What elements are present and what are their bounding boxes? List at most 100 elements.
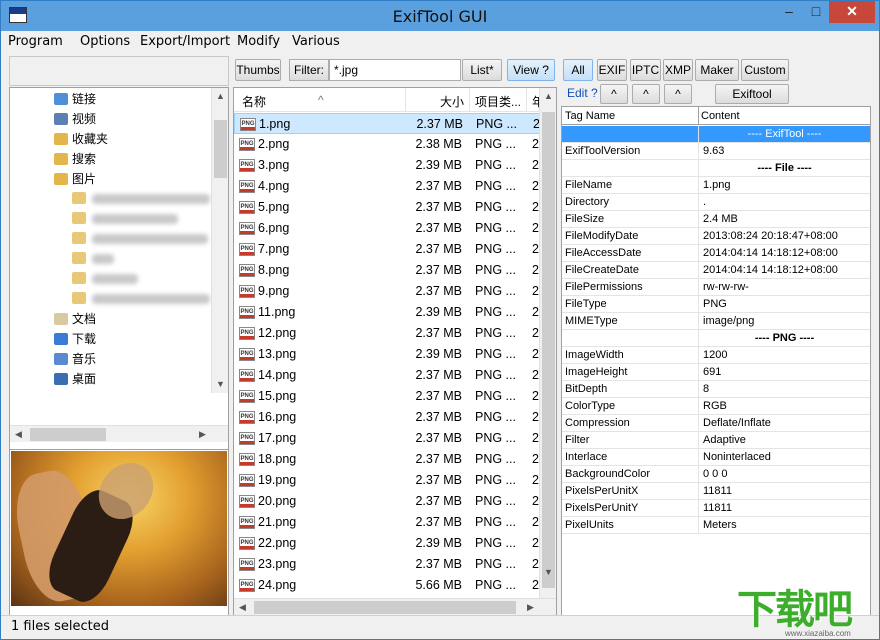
- file-row[interactable]: PNG 15.png 2.37 MB PNG ... 2: [234, 386, 540, 407]
- minimize-button[interactable]: –: [775, 1, 803, 23]
- file-row[interactable]: PNG 3.png 2.39 MB PNG ... 2: [234, 155, 540, 176]
- scroll-thumb[interactable]: [214, 120, 227, 178]
- metadata-section-row[interactable]: ---- PNG ----: [562, 330, 870, 347]
- file-row[interactable]: PNG 23.png 2.37 MB PNG ... 2: [234, 554, 540, 575]
- metadata-row[interactable]: FileType PNG: [562, 296, 870, 313]
- file-list-vertical-scrollbar[interactable]: ▲ ▼: [539, 88, 556, 598]
- metadata-row[interactable]: FileCreateDate 2014:04:14 14:18:12+08:00: [562, 262, 870, 279]
- tree-item-favorites[interactable]: 收藏夹: [54, 129, 108, 149]
- title-bar[interactable]: ExifTool GUI – □ ✕: [1, 1, 879, 31]
- file-row[interactable]: PNG 14.png 2.37 MB PNG ... 2: [234, 365, 540, 386]
- scroll-thumb[interactable]: [30, 428, 106, 441]
- tree-item-links[interactable]: 链接: [54, 89, 96, 109]
- exiftool-direct-button[interactable]: Exiftool direct: [715, 84, 789, 119]
- tree-horizontal-scrollbar[interactable]: ◀ ▶: [10, 425, 228, 442]
- metadata-row[interactable]: ExifToolVersion 9.63: [562, 143, 870, 160]
- metadata-row[interactable]: MIMEType image/png: [562, 313, 870, 330]
- file-row[interactable]: PNG 6.png 2.37 MB PNG ... 2: [234, 218, 540, 239]
- blurred-subfolder[interactable]: [72, 192, 212, 206]
- scroll-right-arrow-icon[interactable]: ▶: [194, 426, 211, 443]
- iptc-button[interactable]: IPTC: [630, 59, 661, 81]
- metadata-table[interactable]: Tag Name Content ---- ExifTool ---- ExifT…: [561, 106, 871, 616]
- metadata-row[interactable]: ImageWidth 1200: [562, 347, 870, 364]
- file-row[interactable]: PNG 5.png 2.37 MB PNG ... 2: [234, 197, 540, 218]
- file-row[interactable]: PNG 8.png 2.37 MB PNG ... 2: [234, 260, 540, 281]
- move-up-button-2[interactable]: ^: [632, 84, 660, 104]
- file-row[interactable]: PNG 19.png 2.37 MB PNG ... 2: [234, 470, 540, 491]
- all-button[interactable]: All: [563, 59, 593, 81]
- thumbs-button[interactable]: Thumbs: [235, 59, 281, 81]
- xmp-button[interactable]: XMP: [663, 59, 693, 81]
- menu-various[interactable]: Various: [292, 34, 340, 49]
- custom-button[interactable]: Custom: [741, 59, 789, 81]
- tree-vertical-scrollbar[interactable]: ▲ ▼: [211, 88, 228, 393]
- tree-item-documents[interactable]: 文档: [54, 309, 96, 329]
- metadata-row[interactable]: Directory.: [562, 194, 870, 211]
- file-list-horizontal-scrollbar[interactable]: ◀ ▶: [234, 598, 556, 615]
- tree-item-searches[interactable]: 搜索: [54, 149, 96, 169]
- menu-options[interactable]: Options: [80, 34, 130, 49]
- file-row[interactable]: PNG 11.png 2.39 MB PNG ... 2: [234, 302, 540, 323]
- scroll-left-arrow-icon[interactable]: ◀: [10, 426, 27, 443]
- tree-item-downloads[interactable]: 下载: [54, 329, 96, 349]
- file-list[interactable]: 名称 ^ 大小 项目类... 年 PNG 1.png 2.37 MB PNG ... 2…: [233, 87, 557, 616]
- file-row[interactable]: PNG 12.png 2.37 MB PNG ... 2: [234, 323, 540, 344]
- menu-program[interactable]: Program: [8, 34, 63, 49]
- column-type-header[interactable]: 项目类...: [475, 93, 521, 110]
- metadata-row[interactable]: Compression Deflate/Inflate: [562, 415, 870, 432]
- close-button[interactable]: ✕: [829, 1, 875, 23]
- scroll-up-arrow-icon[interactable]: ▲: [540, 88, 556, 105]
- metadata-row[interactable]: FileSize 2.4 MB: [562, 211, 870, 228]
- file-row[interactable]: PNG 18.png 2.37 MB PNG ... 2: [234, 449, 540, 470]
- file-row[interactable]: PNG 21.png 2.37 MB PNG ... 2: [234, 512, 540, 533]
- scroll-right-arrow-icon[interactable]: ▶: [522, 599, 539, 615]
- metadata-row[interactable]: FileName 1.png: [562, 177, 870, 194]
- blurred-subfolder[interactable]: [72, 232, 212, 246]
- menu-export-import[interactable]: Export/Import: [140, 34, 230, 49]
- scroll-thumb[interactable]: [542, 112, 555, 588]
- file-row[interactable]: PNG 13.png 2.39 MB PNG ... 2: [234, 344, 540, 365]
- metadata-row[interactable]: ImageHeight 691: [562, 364, 870, 381]
- file-row[interactable]: PNG 9.png 2.37 MB PNG ... 2: [234, 281, 540, 302]
- folder-tree[interactable]: 链接 视频 收藏夹 搜索 图片 文档 下载 音乐 桌面 ▲ ▼ ◀ ▶: [9, 87, 229, 463]
- file-row[interactable]: PNG 16.png 2.37 MB PNG ... 2: [234, 407, 540, 428]
- metadata-section-row[interactable]: ---- File ----: [562, 160, 870, 177]
- menu-modify[interactable]: Modify: [237, 34, 280, 49]
- file-row[interactable]: PNG 2.png 2.38 MB PNG ... 2: [234, 134, 540, 155]
- edit-link[interactable]: Edit ?: [567, 86, 598, 100]
- file-row[interactable]: PNG 24.png 5.66 MB PNG ... 2: [234, 575, 540, 596]
- blurred-subfolder[interactable]: [72, 212, 212, 226]
- column-content-header[interactable]: Content: [701, 110, 740, 122]
- maximize-button[interactable]: □: [803, 1, 829, 23]
- file-row[interactable]: PNG 17.png 2.37 MB PNG ... 2: [234, 428, 540, 449]
- metadata-row[interactable]: FilePermissions rw-rw-rw-: [562, 279, 870, 296]
- metadata-row[interactable]: BackgroundColor 0 0 0: [562, 466, 870, 483]
- tree-item-pictures[interactable]: 图片: [54, 169, 96, 189]
- metadata-row[interactable]: BitDepth 8: [562, 381, 870, 398]
- metadata-row[interactable]: PixelsPerUnitX 11811: [562, 483, 870, 500]
- tree-item-videos[interactable]: 视频: [54, 109, 96, 129]
- metadata-row[interactable]: PixelUnits Meters: [562, 517, 870, 534]
- view-button[interactable]: View ?: [507, 59, 555, 81]
- list-button[interactable]: List*: [462, 59, 502, 81]
- file-row[interactable]: PNG 20.png 2.37 MB PNG ... 2: [234, 491, 540, 512]
- tree-item-music[interactable]: 音乐: [54, 349, 96, 369]
- maker-button[interactable]: Maker: [695, 59, 739, 81]
- exif-button[interactable]: EXIF: [597, 59, 627, 81]
- scroll-up-arrow-icon[interactable]: ▲: [212, 88, 228, 105]
- blurred-subfolder[interactable]: [72, 292, 212, 306]
- scroll-left-arrow-icon[interactable]: ◀: [234, 599, 251, 615]
- metadata-row[interactable]: FileModifyDate 2013:08:24 20:18:47+08:00: [562, 228, 870, 245]
- scroll-thumb[interactable]: [254, 601, 516, 614]
- filter-input[interactable]: *.jpg: [329, 59, 461, 81]
- move-up-button-1[interactable]: ^: [600, 84, 628, 104]
- file-row[interactable]: PNG 22.png 2.39 MB PNG ... 2: [234, 533, 540, 554]
- file-row[interactable]: PNG 1.png 2.37 MB PNG ... 2: [234, 113, 540, 134]
- metadata-row[interactable]: FileAccessDate 2014:04:14 14:18:12+08:00: [562, 245, 870, 262]
- blurred-subfolder[interactable]: [72, 252, 212, 266]
- metadata-section-row[interactable]: ---- ExifTool ----: [562, 126, 870, 143]
- file-row[interactable]: PNG 4.png 2.37 MB PNG ... 2: [234, 176, 540, 197]
- move-up-button-3[interactable]: ^: [664, 84, 692, 104]
- column-tag-header[interactable]: Tag Name: [565, 110, 615, 122]
- metadata-row[interactable]: Interlace Noninterlaced: [562, 449, 870, 466]
